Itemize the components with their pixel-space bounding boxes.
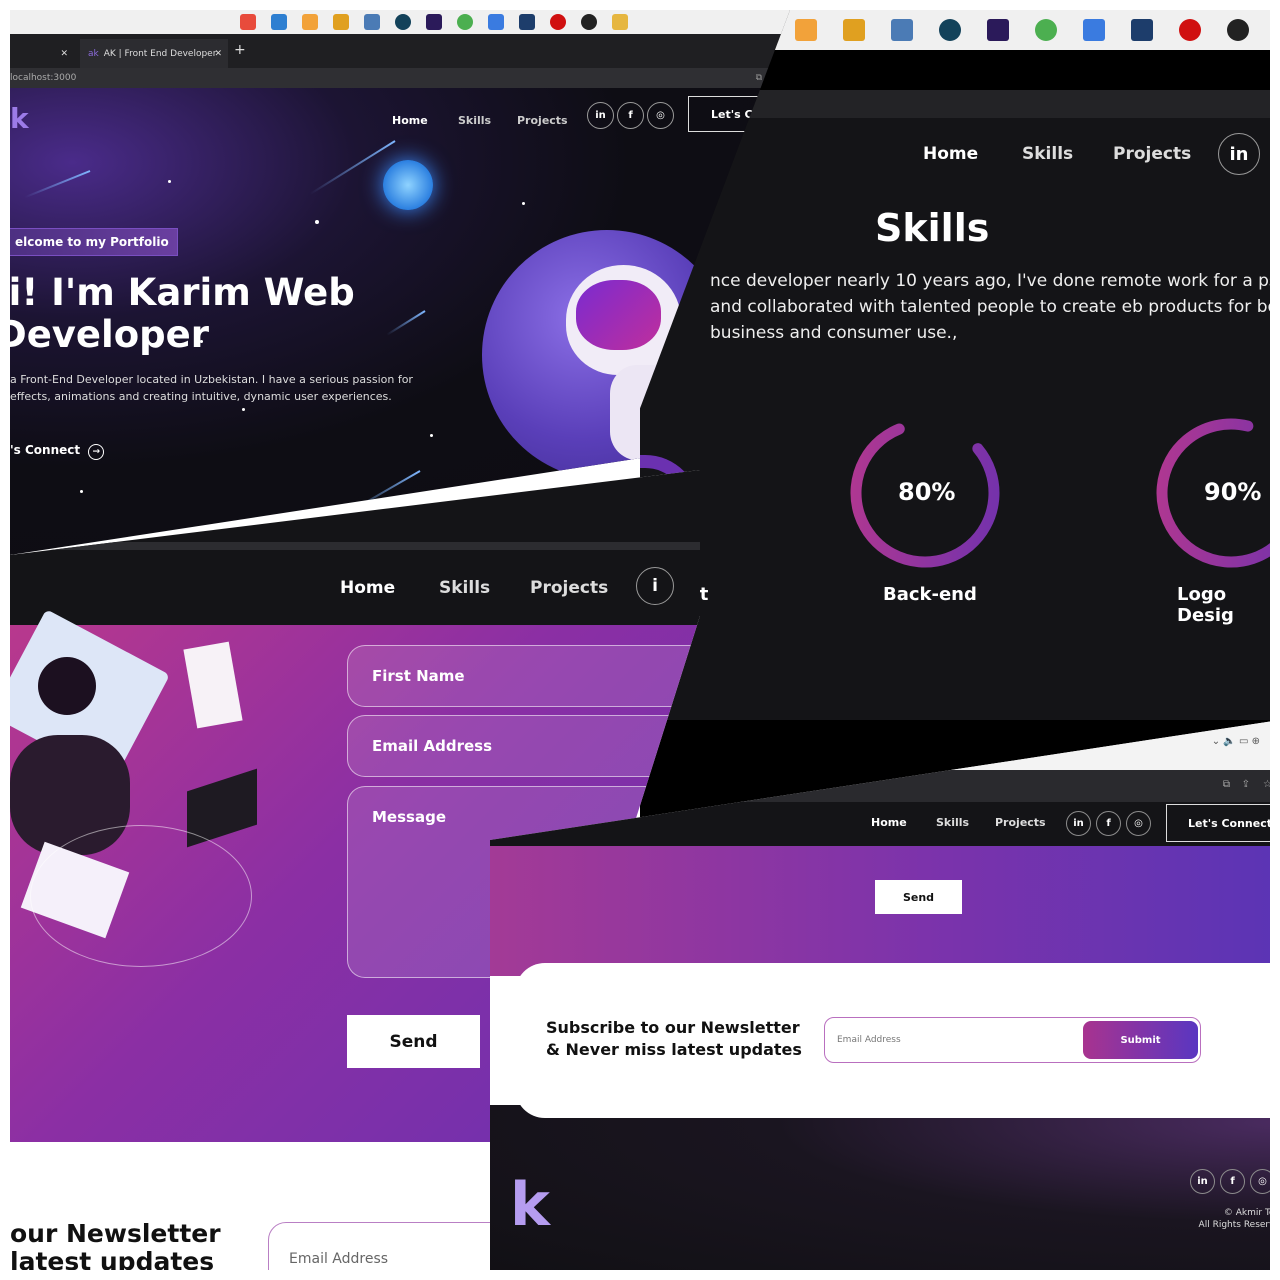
python-icon[interactable] [891,19,913,41]
star [522,202,525,205]
favicon-icon: ak [88,48,99,59]
welcome-tagline: elcome to my Portfolio [10,228,178,256]
site-logo[interactable]: k [10,102,29,135]
music-icon[interactable] [302,14,318,30]
footer-rights: All Rights Reserve [1198,1220,1280,1230]
facebook-icon[interactable]: f [1096,811,1121,836]
first-name-field[interactable]: First Name [347,645,700,707]
w-app-icon[interactable] [581,14,597,30]
linkedin-icon[interactable]: in [587,102,614,129]
linkedin-icon[interactable]: in [1066,811,1091,836]
webstorm-icon[interactable] [1131,19,1153,41]
star [168,180,171,183]
skill-label-logo-design: Logo Desig [1177,584,1234,626]
os-taskbar [10,10,790,34]
nav-home[interactable]: Home [340,578,395,598]
new-tab-icon[interactable]: + [234,42,246,58]
close-icon[interactable]: ✕ [60,49,68,59]
telegram-icon[interactable] [271,14,287,30]
translate-icon[interactable]: ⧉ [1223,779,1230,790]
close-icon[interactable]: ✕ [214,49,222,59]
js-icon[interactable] [843,19,865,41]
nav-projects[interactable]: Projects [530,578,608,598]
nav-skills[interactable]: Skills [458,114,491,127]
photoshop-icon[interactable] [939,19,961,41]
person-hair [38,657,96,715]
nav-skills[interactable]: Skills [936,816,969,829]
share-icon[interactable]: ⇪ [1242,779,1250,790]
skill-percent-logo-design: 90% [1204,478,1262,506]
shooting-star [24,170,91,199]
skills-description: nce developer nearly 10 years ago, I've … [710,271,1280,343]
newsletter-heading: Subscribe to our Newsletter & Never miss… [546,1018,802,1059]
star [315,220,319,224]
shooting-star [350,470,421,512]
tab-portfolio[interactable]: ak AK | Front End Developer ✕ [80,39,228,68]
hero-connect-link[interactable]: 's Connect → [10,443,105,460]
nav-home[interactable]: Home [392,114,428,127]
nav-projects[interactable]: Projects [995,816,1046,829]
nav-skills[interactable]: Skills [439,578,490,598]
nav-home[interactable]: Home [871,816,907,829]
skill-label-backend: Back-end [883,584,977,605]
orbit-line [30,825,252,967]
nav-home[interactable]: Home [923,144,978,164]
color-swatch-illustration [183,641,243,729]
nav-projects[interactable]: Projects [1113,144,1191,164]
newsletter-heading: our Newsletter latest updates [10,1219,221,1276]
moon-illustration [383,160,433,210]
collage-border [0,1270,1280,1280]
python-icon[interactable] [364,14,380,30]
hero-description: a Front-End Developer located in Uzbekis… [10,373,413,403]
skills-title: Skills [875,206,990,250]
chrome-icon[interactable] [240,14,256,30]
record-icon[interactable] [1179,19,1201,41]
send-button[interactable]: Send [875,880,962,914]
record-icon[interactable] [550,14,566,30]
hero-headline: li! I'm Karim Web Developer [10,271,355,356]
premiere-icon[interactable] [987,19,1009,41]
nav-skills[interactable]: Skills [1022,144,1073,164]
music-icon[interactable] [795,19,817,41]
system-tray-icon: ⌄ 🔈 ▭ ⊕ [1211,736,1260,747]
star [80,490,83,493]
footer [490,1105,1280,1280]
send-button[interactable]: Send [347,1015,480,1068]
collage-border [0,0,1280,10]
tab-previous[interactable]: ✕ [10,39,72,68]
arrow-right-icon: → [88,444,105,460]
submit-button[interactable]: Submit [1083,1021,1198,1059]
check-icon[interactable] [488,14,504,30]
browser-chrome [10,542,700,550]
folder-icon[interactable] [612,14,628,30]
facebook-icon[interactable]: f [617,102,644,129]
webstorm-icon[interactable] [519,14,535,30]
star [242,408,245,411]
nav-projects[interactable]: Projects [517,114,568,127]
linkedin-icon[interactable]: i [636,567,674,605]
torrent-icon[interactable] [457,14,473,30]
translate-icon[interactable]: ⧉ [756,68,762,88]
url-bar[interactable]: localhost:3000 ⧉ ⇪ [10,68,790,88]
collage-border [0,0,10,1280]
footer-logo[interactable]: k [510,1170,600,1240]
linkedin-icon[interactable]: in [1190,1169,1215,1194]
lets-connect-button[interactable]: Let's Connect [1166,804,1280,842]
w-app-icon[interactable] [1227,19,1249,41]
instagram-icon[interactable]: ◎ [647,102,674,129]
browser-tabs: ✕ ak AK | Front End Developer ✕ + [10,34,790,68]
facebook-icon[interactable]: f [1220,1169,1245,1194]
collage-border [1270,0,1280,1280]
premiere-icon[interactable] [426,14,442,30]
skill-percent-backend: 80% [898,478,956,506]
instagram-icon[interactable]: ◎ [1126,811,1151,836]
torrent-icon[interactable] [1035,19,1057,41]
star [430,434,433,437]
js-icon[interactable] [333,14,349,30]
check-icon[interactable] [1083,19,1105,41]
linkedin-icon[interactable]: in [1218,133,1260,175]
astronaut-visor [576,280,661,350]
photoshop-icon[interactable] [395,14,411,30]
